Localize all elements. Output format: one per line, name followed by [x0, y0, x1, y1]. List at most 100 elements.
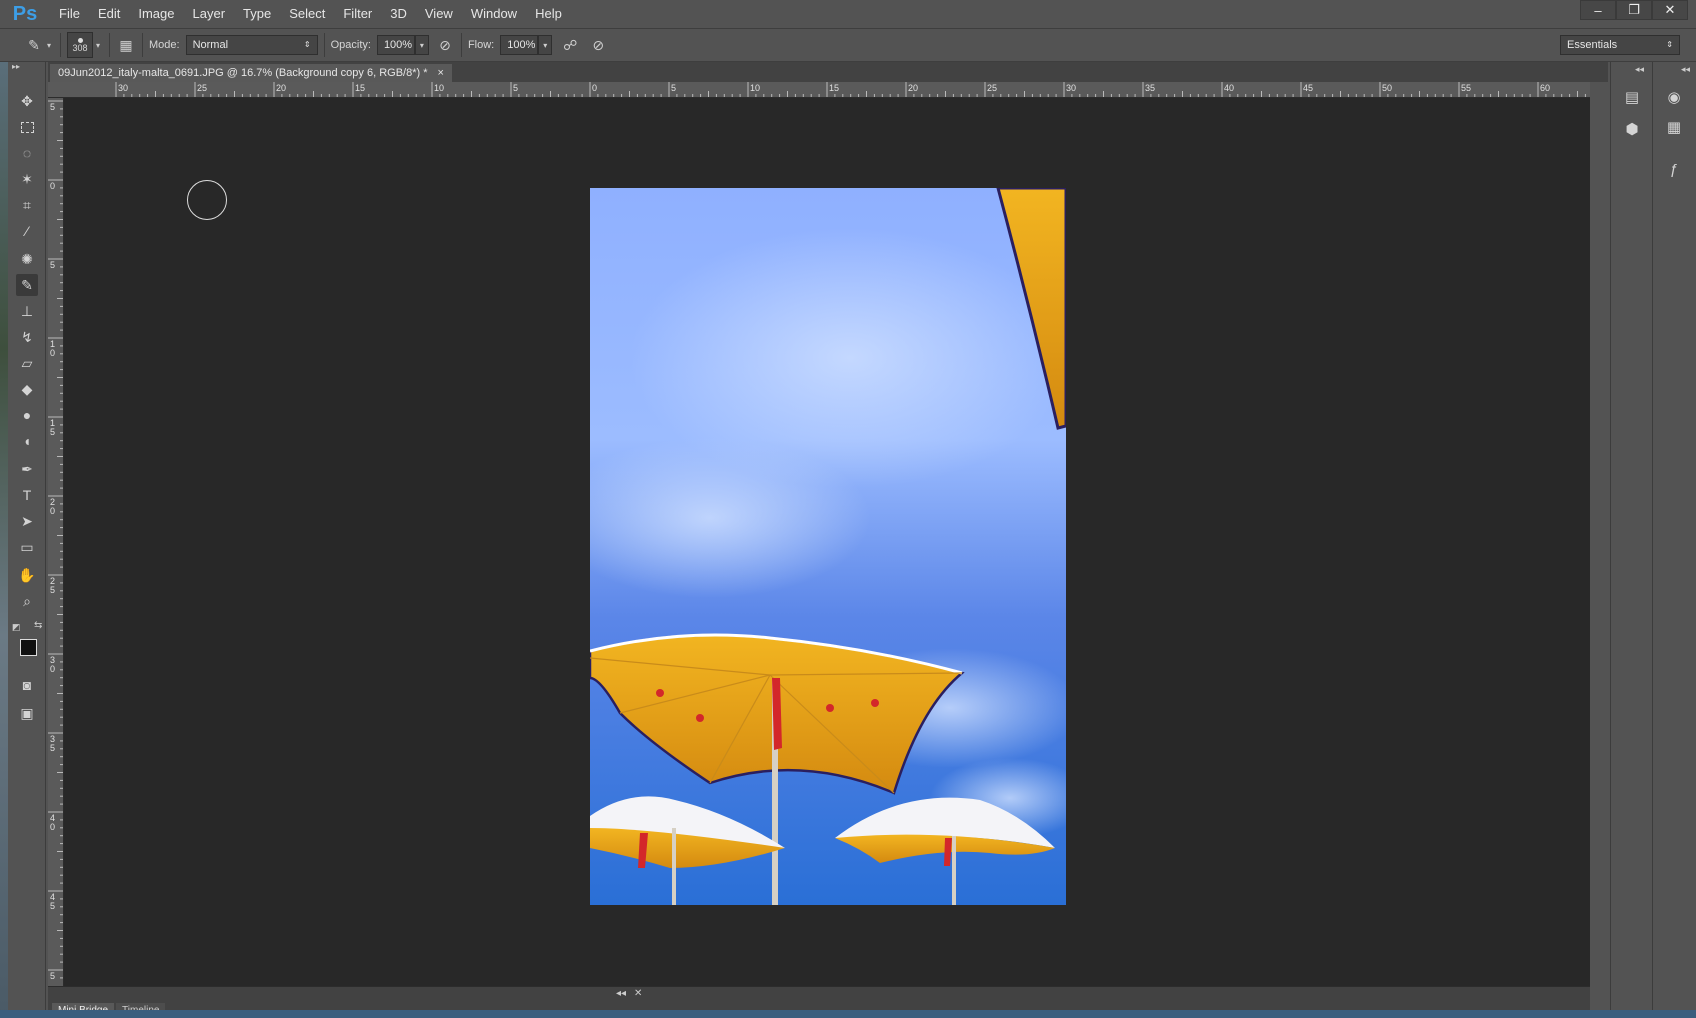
panel-collapse-icon[interactable]: ◂◂: [1681, 64, 1690, 75]
os-taskbar: [0, 1010, 1696, 1018]
photo-image[interactable]: [590, 188, 1066, 905]
lasso-icon[interactable]: ◌: [16, 142, 38, 164]
photoshop-logo-icon: Ps: [12, 2, 38, 25]
magic-wand-icon[interactable]: ✶: [16, 168, 38, 190]
color-panel-icon[interactable]: ◉: [1663, 86, 1685, 108]
brush-preset-icon[interactable]: ✎: [24, 35, 44, 55]
chevron-down-icon[interactable]: ▾: [44, 35, 54, 55]
opacity-label: Opacity:: [330, 39, 371, 51]
ruler-label: 5: [671, 83, 677, 93]
tools-panel: ▸▸ ✥ ◌ ✶ ⌗ ⁄ ✺ ✎ ⊥ ↯ ▱ ◆ ● ◖ ✒ T ➤ ▭ ✋ ⌕…: [8, 62, 46, 1018]
workspace-select[interactable]: Essentials ⇕: [1560, 35, 1680, 55]
close-icon[interactable]: ×: [437, 64, 443, 82]
close-icon[interactable]: ✕: [634, 988, 642, 999]
vertical-ruler: 5 0 5 1 0 1 5 2 0 2 5 3 0 3 5 4 0 4 5 5: [48, 98, 64, 986]
menu-type[interactable]: Type: [234, 0, 280, 28]
panel-collapse-icon[interactable]: ◂◂: [1635, 64, 1644, 75]
ruler-label: 25: [197, 83, 208, 93]
eraser-icon[interactable]: ▱: [16, 352, 38, 374]
path-select-icon[interactable]: ➤: [16, 510, 38, 532]
ruler-label: 55: [1461, 83, 1472, 93]
close-button[interactable]: ✕: [1652, 0, 1688, 20]
crop-icon[interactable]: ⌗: [16, 194, 38, 216]
healing-icon[interactable]: ✺: [16, 248, 38, 270]
ruler-label: 4 0: [50, 813, 56, 832]
flow-input[interactable]: 100%: [500, 35, 539, 55]
swap-colors-icon[interactable]: ⇆: [34, 620, 42, 631]
flow-dropdown-icon[interactable]: ▾: [538, 35, 553, 55]
menu-window[interactable]: Window: [462, 0, 526, 28]
document-canvas[interactable]: [64, 98, 1590, 986]
mode-label: Mode:: [149, 39, 180, 51]
opacity-input[interactable]: 100%: [376, 35, 415, 55]
3d-panel-icon[interactable]: ⬢: [1621, 118, 1643, 140]
quick-mask-icon[interactable]: ◙: [16, 674, 38, 696]
ruler-label: 0: [592, 83, 598, 93]
swatches-panel-icon[interactable]: ▦: [1663, 116, 1685, 138]
foreground-color-swatch[interactable]: [20, 639, 37, 656]
divider: [323, 33, 325, 57]
eyedropper-icon[interactable]: ⁄: [16, 220, 38, 242]
zoom-icon[interactable]: ⌕: [16, 590, 38, 612]
panel-collapse-icon[interactable]: ▸▸: [12, 62, 20, 71]
options-bar: ✎ ▾ 308 ▾ ▦ Mode: Normal ⇕ Opacity: 100%…: [0, 28, 1696, 62]
menu-help[interactable]: Help: [526, 0, 571, 28]
mode-value: Normal: [192, 39, 229, 51]
history-panel-icon[interactable]: ▤: [1621, 86, 1643, 108]
chevron-down-icon[interactable]: ▾: [93, 35, 103, 55]
document-tab-bar: 09Jun2012_italy-malta_0691.JPG @ 16.7% (…: [48, 62, 1608, 82]
blur-icon[interactable]: ●: [16, 404, 38, 426]
airbrush-icon[interactable]: ☍: [560, 35, 580, 55]
restore-button[interactable]: ❐: [1616, 0, 1652, 20]
type-icon[interactable]: T: [16, 484, 38, 506]
brush-icon[interactable]: ✎: [16, 274, 38, 296]
marquee-icon[interactable]: [16, 116, 38, 138]
brush-size-picker[interactable]: 308: [67, 32, 93, 58]
menu-edit[interactable]: Edit: [89, 0, 129, 28]
stamp-icon[interactable]: ⊥: [16, 300, 38, 322]
history-brush-icon[interactable]: ↯: [16, 326, 38, 348]
ruler-label: 20: [908, 83, 919, 93]
collapse-icon[interactable]: ◂◂: [616, 988, 626, 999]
pressure-size-icon[interactable]: ⊘: [588, 35, 608, 55]
ruler-label: 50: [1382, 83, 1393, 93]
minimize-button[interactable]: –: [1580, 0, 1616, 20]
opacity-dropdown-icon[interactable]: ▾: [414, 35, 429, 55]
menu-select[interactable]: Select: [280, 0, 334, 28]
move-icon[interactable]: ✥: [16, 90, 38, 112]
ruler-label: 1 5: [50, 418, 56, 437]
menu-layer[interactable]: Layer: [184, 0, 235, 28]
ruler-label: 30: [118, 83, 129, 93]
dodge-icon[interactable]: ◖: [16, 430, 38, 452]
menu-image[interactable]: Image: [129, 0, 183, 28]
mode-select[interactable]: Normal ⇕: [185, 35, 318, 55]
menu-view[interactable]: View: [416, 0, 462, 28]
hand-icon[interactable]: ✋: [16, 564, 38, 586]
menu-file[interactable]: File: [50, 0, 89, 28]
ruler-label: 10: [434, 83, 445, 93]
photo-umbrellas-sky: [590, 188, 1066, 905]
rectangle-icon[interactable]: ▭: [16, 536, 38, 558]
right-panel-dock-1: ◂◂ ▤ ⬢: [1610, 62, 1650, 1018]
desktop-background-strip: [0, 62, 8, 1018]
default-colors-icon[interactable]: ◩: [12, 622, 21, 633]
brush-cursor: [187, 180, 227, 220]
ruler-label: 5: [50, 102, 56, 112]
updown-icon: ⇕: [303, 40, 311, 49]
pen-icon[interactable]: ✒: [16, 458, 38, 480]
brush-panel-toggle-icon[interactable]: ▦: [116, 35, 136, 55]
pressure-opacity-icon[interactable]: ⊘: [435, 35, 455, 55]
ruler-label: 2 5: [50, 576, 56, 595]
paint-bucket-icon[interactable]: ◆: [16, 378, 38, 400]
document-tab[interactable]: 09Jun2012_italy-malta_0691.JPG @ 16.7% (…: [50, 64, 452, 82]
ruler-label: 10: [750, 83, 761, 93]
menu-3d[interactable]: 3D: [381, 0, 416, 28]
vertical-ruler-ticks: [48, 100, 63, 979]
ruler-label: 5: [50, 260, 56, 270]
styles-panel-icon[interactable]: ƒ: [1663, 158, 1685, 180]
right-panel-dock-2: ◂◂ ◉ ▦ ƒ: [1652, 62, 1696, 1018]
ruler-label: 3 0: [50, 655, 56, 674]
menu-filter[interactable]: Filter: [334, 0, 381, 28]
screen-mode-icon[interactable]: ▣: [16, 702, 38, 724]
ruler-label: 40: [1224, 83, 1235, 93]
